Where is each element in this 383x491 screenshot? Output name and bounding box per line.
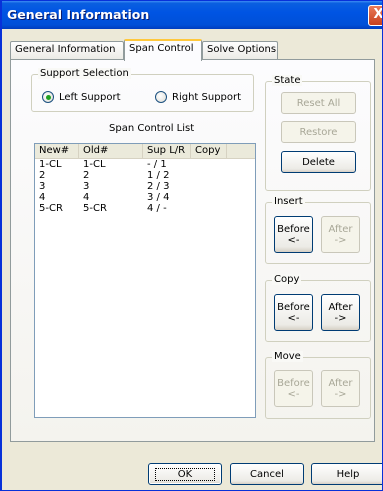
insert-before-button[interactable]: Before <- bbox=[274, 216, 313, 253]
dialog-window: General Information X General Informatio… bbox=[0, 0, 383, 491]
column-header-copy[interactable]: Copy bbox=[191, 144, 227, 159]
cell-new: 1-CL bbox=[39, 159, 62, 170]
cell-sup: 4 / - bbox=[147, 203, 167, 214]
tab-solve-options[interactable]: Solve Options bbox=[202, 41, 278, 59]
table-row[interactable]: 5-CR 5-CR 4 / - bbox=[35, 203, 255, 215]
button-label: After bbox=[328, 301, 353, 313]
ok-button[interactable]: OK bbox=[148, 463, 222, 485]
group-title: Copy bbox=[272, 274, 302, 285]
column-header-sup[interactable]: Sup L/R bbox=[143, 144, 191, 159]
cancel-button[interactable]: Cancel bbox=[230, 463, 304, 485]
button-label: Before bbox=[277, 377, 310, 389]
close-icon[interactable]: X bbox=[368, 5, 382, 26]
cell-new: 5-CR bbox=[39, 203, 63, 214]
cell-sup: 2 / 3 bbox=[147, 181, 170, 192]
cell-old: 2 bbox=[83, 170, 90, 181]
list-header: New# Old# Sup L/R Copy bbox=[35, 144, 255, 159]
table-row[interactable]: 1-CL 1-CL - / 1 bbox=[35, 159, 255, 171]
tab-label: Span Control bbox=[129, 43, 194, 54]
left-arrow-icon: <- bbox=[287, 234, 300, 246]
group-title: Insert bbox=[272, 196, 305, 207]
right-arrow-icon: -> bbox=[334, 388, 347, 400]
button-label: Before bbox=[277, 301, 310, 313]
button-label: Before bbox=[277, 223, 310, 235]
left-arrow-icon: <- bbox=[287, 312, 300, 324]
right-arrow-icon: -> bbox=[334, 312, 347, 324]
restore-button[interactable]: Restore bbox=[281, 121, 356, 143]
button-label: After bbox=[328, 223, 353, 235]
window-title: General Information bbox=[7, 7, 150, 22]
right-support-radio[interactable]: Right Support bbox=[155, 91, 241, 103]
group-title: Support Selection bbox=[38, 68, 131, 79]
left-arrow-icon: <- bbox=[287, 388, 300, 400]
cell-old: 3 bbox=[83, 181, 90, 192]
title-bar[interactable]: General Information X bbox=[2, 1, 382, 29]
copy-before-button[interactable]: Before <- bbox=[274, 294, 313, 331]
group-title: State bbox=[272, 75, 303, 86]
radio-label: Left Support bbox=[59, 91, 121, 103]
tab-span-control[interactable]: Span Control bbox=[124, 39, 202, 61]
copy-after-button[interactable]: After -> bbox=[321, 294, 360, 331]
cell-new: 2 bbox=[39, 170, 46, 181]
help-button[interactable]: Help bbox=[311, 463, 382, 485]
button-label: After bbox=[328, 377, 353, 389]
button-label: OK bbox=[154, 467, 216, 481]
radio-selected-icon bbox=[42, 91, 54, 103]
right-arrow-icon: -> bbox=[334, 234, 347, 246]
radio-unselected-icon bbox=[155, 91, 167, 103]
cell-sup: 1 / 2 bbox=[147, 170, 170, 181]
column-header-new[interactable]: New# bbox=[35, 144, 79, 159]
cell-sup: 3 / 4 bbox=[147, 192, 170, 203]
tab-label: General Information bbox=[15, 44, 116, 55]
tab-general-information[interactable]: General Information bbox=[10, 41, 124, 59]
cell-old: 1-CL bbox=[83, 159, 106, 170]
left-support-radio[interactable]: Left Support bbox=[42, 91, 121, 103]
table-row[interactable]: 3 3 2 / 3 bbox=[35, 181, 255, 193]
cell-old: 4 bbox=[83, 192, 90, 203]
column-header-old[interactable]: Old# bbox=[79, 144, 143, 159]
cell-new: 3 bbox=[39, 181, 46, 192]
reset-all-button[interactable]: Reset All bbox=[281, 92, 356, 114]
table-row[interactable]: 2 2 1 / 2 bbox=[35, 170, 255, 182]
insert-after-button[interactable]: After -> bbox=[321, 216, 360, 253]
cell-sup: - / 1 bbox=[147, 159, 167, 170]
span-list-caption: Span Control List bbox=[109, 123, 195, 134]
radio-label: Right Support bbox=[172, 91, 242, 103]
tab-label: Solve Options bbox=[207, 44, 277, 55]
delete-button[interactable]: Delete bbox=[281, 151, 356, 173]
group-title: Move bbox=[272, 351, 303, 362]
move-before-button[interactable]: Before <- bbox=[274, 370, 313, 407]
cell-old: 5-CR bbox=[83, 203, 107, 214]
cell-new: 4 bbox=[39, 192, 46, 203]
move-after-button[interactable]: After -> bbox=[321, 370, 360, 407]
table-row[interactable]: 4 4 3 / 4 bbox=[35, 192, 255, 204]
span-control-list[interactable]: New# Old# Sup L/R Copy 1-CL 1-CL - / 1 2… bbox=[34, 143, 256, 418]
